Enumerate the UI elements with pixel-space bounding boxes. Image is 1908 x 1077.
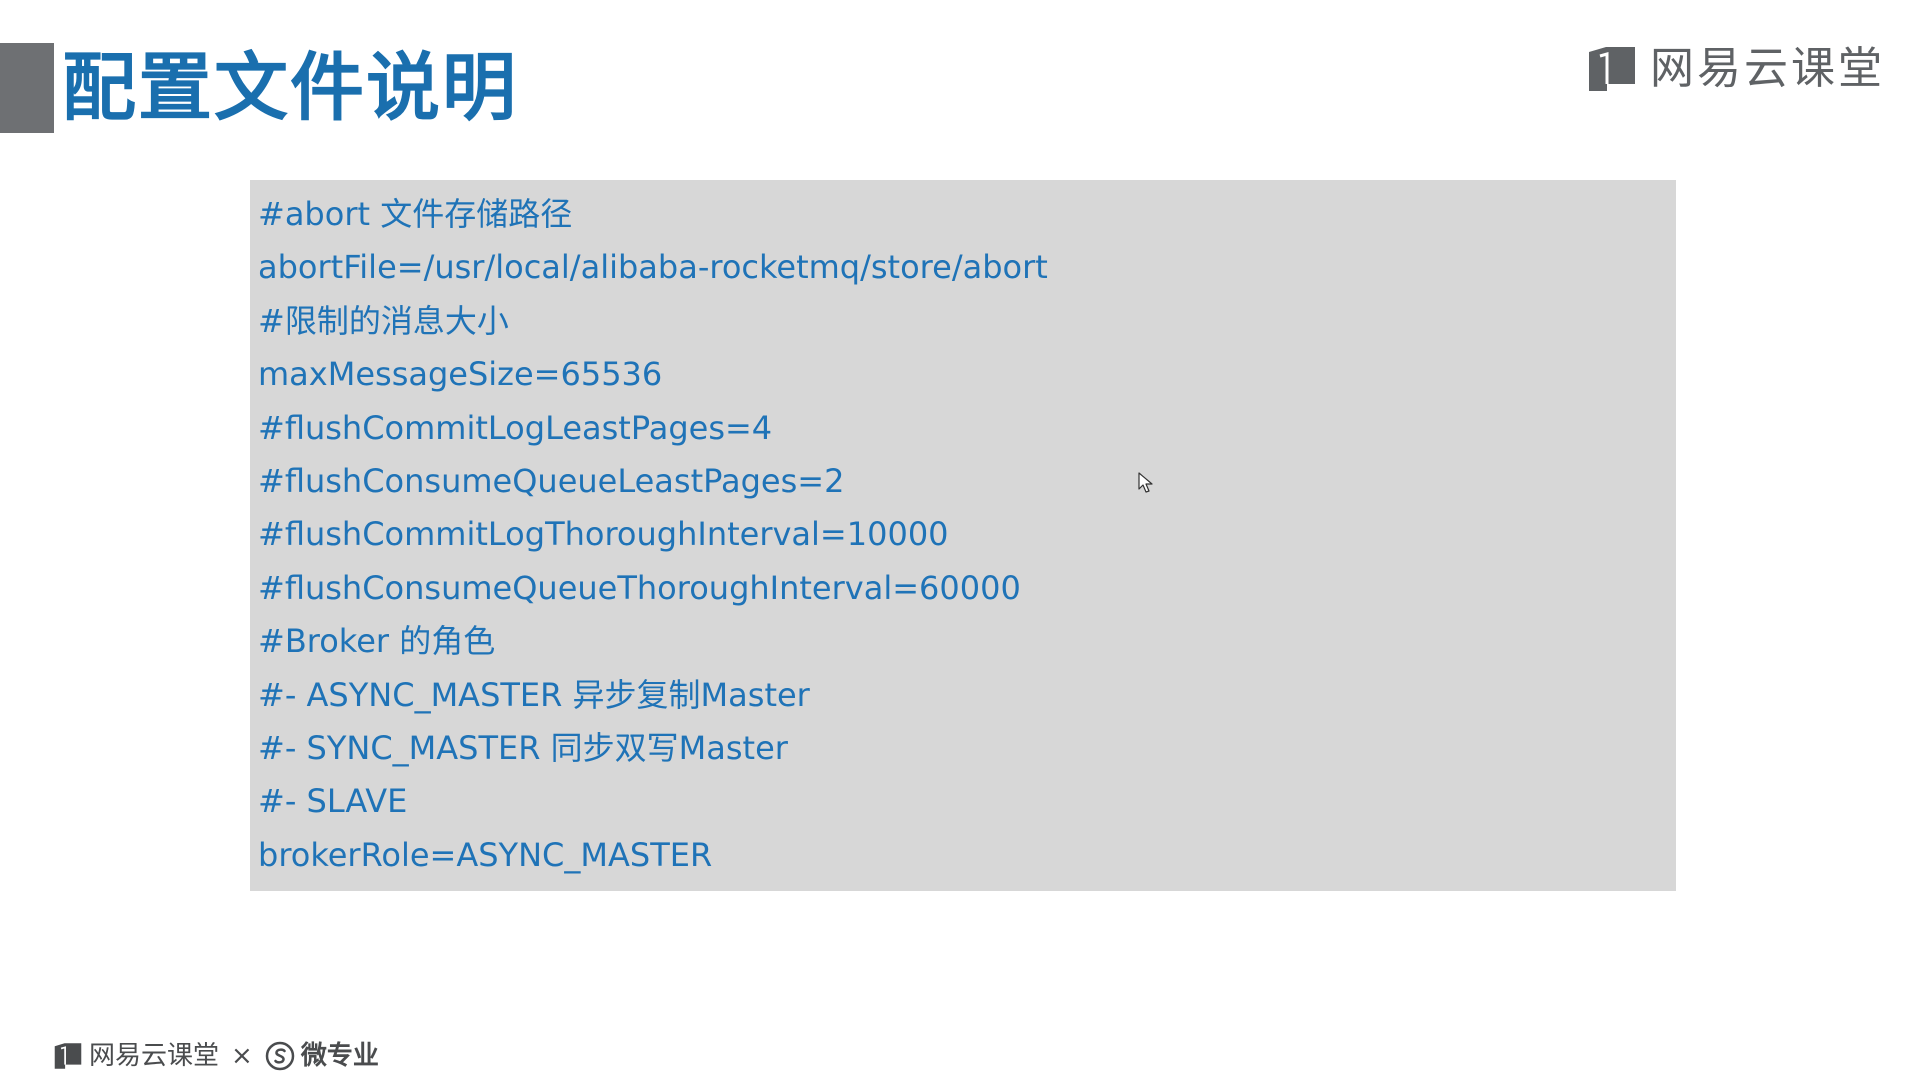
book-logo-icon [1586,44,1638,94]
code-line: #Broker 的角色 [258,622,496,661]
book-logo-icon [53,1041,83,1071]
code-line: #flushCommitLogLeastPages=4 [258,408,773,447]
code-line: maxMessageSize=65536 [258,355,663,394]
code-line: #flushConsumeQueueThoroughInterval=60000 [258,568,1021,607]
brand-name: 网易云课堂 [1650,43,1885,94]
slide-title: 配置文件说明 [62,45,518,131]
code-line: #flushCommitLogThoroughInterval=10000 [258,515,949,554]
footer-separator: × [231,1041,253,1071]
code-line: #flushConsumeQueueLeastPages=2 [258,461,845,500]
config-code-block: #abort 文件存储路径 abortFile=/usr/local/aliba… [250,180,1676,891]
s-circle-logo-icon [265,1041,295,1071]
mouse-pointer-icon [1138,472,1154,494]
title-accent-bar [0,43,54,133]
code-line: brokerRole=ASYNC_MASTER [258,835,713,874]
code-line: #- SLAVE [258,782,408,821]
code-line: #- ASYNC_MASTER 异步复制Master [258,675,810,714]
code-line: #限制的消息大小 [258,301,509,340]
code-line: #- SYNC_MASTER 同步双写Master [258,728,788,767]
footer-micro-major: 微专业 [300,1041,379,1071]
config-code-lines: #abort 文件存储路径 abortFile=/usr/local/aliba… [250,180,1676,882]
code-line: abortFile=/usr/local/alibaba-rocketmq/st… [258,248,1048,287]
code-line: #abort 文件存储路径 [258,195,573,233]
brand-logo-top: 网易云课堂 [1586,44,1885,94]
footer-brand-name: 网易云课堂 [89,1041,220,1071]
brand-footer: 网易云课堂 × 微专业 [53,1038,379,1074]
